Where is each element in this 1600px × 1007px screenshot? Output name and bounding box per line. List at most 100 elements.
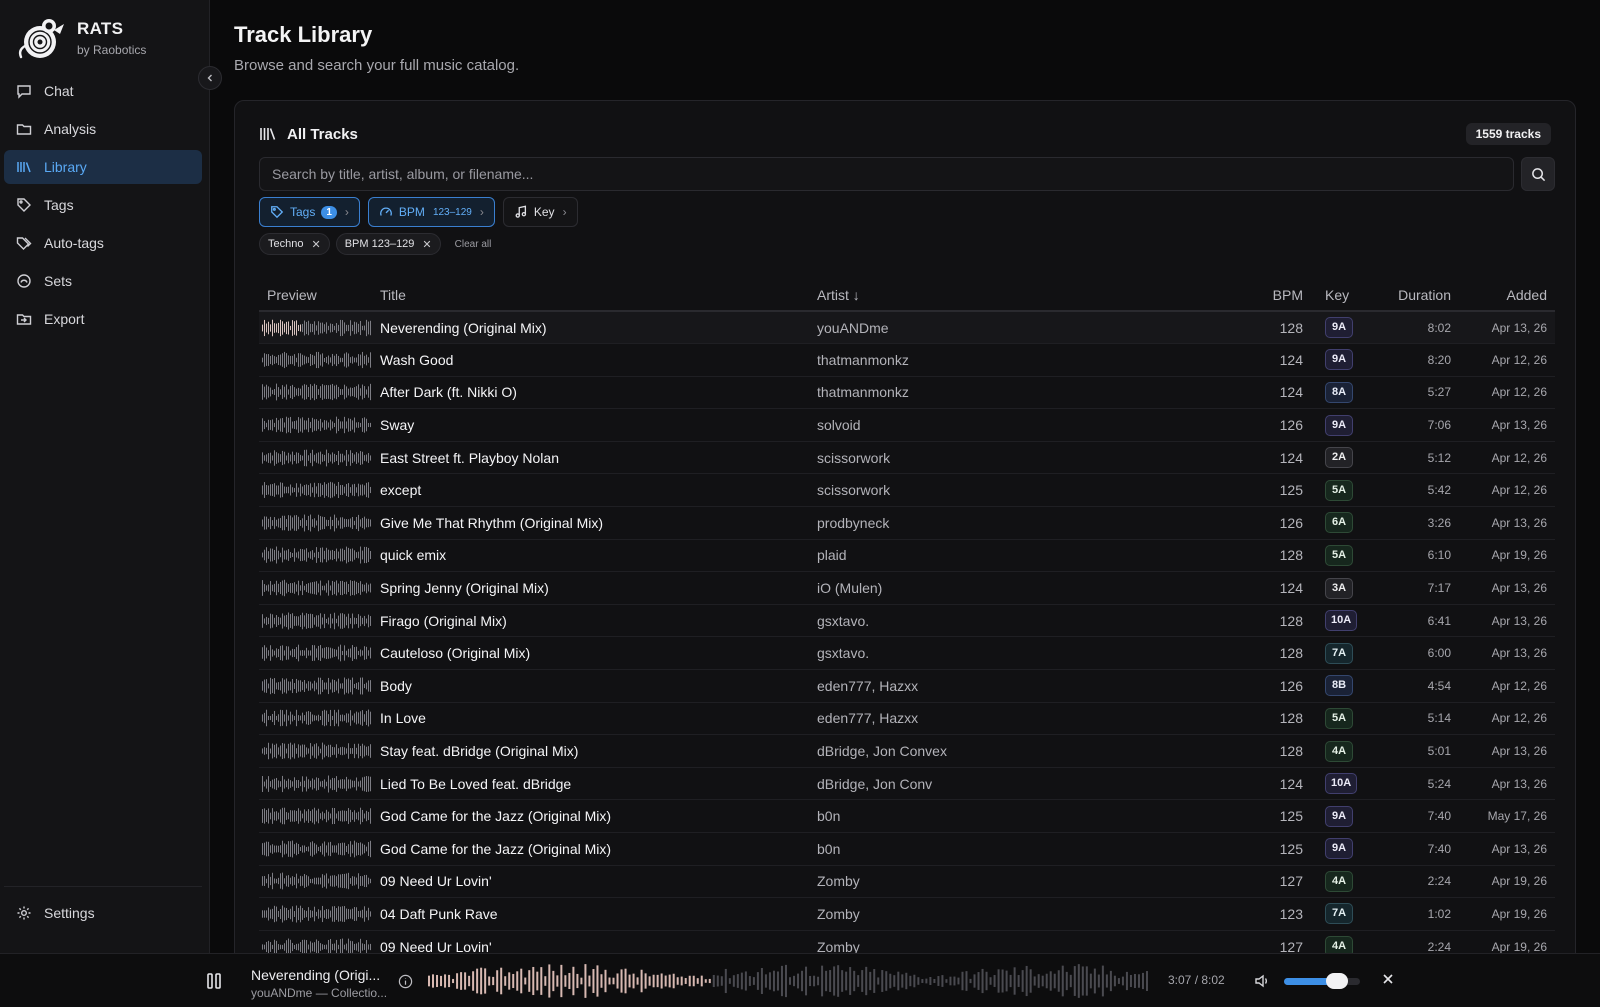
preview-waveform[interactable] [259,669,372,703]
waveform-bar [676,977,679,985]
track-artist: plaid [809,539,1247,573]
volume-slider[interactable] [1284,973,1360,989]
table-row[interactable]: Stay feat. dBridge (Original Mix) dBridge… [259,734,1555,768]
sidebar-item-auto-tags[interactable]: Auto-tags [4,226,202,260]
waveform-bar [937,976,940,986]
table-row[interactable]: Lied To Be Loved feat. dBridge dBridge, J… [259,767,1555,801]
table-row[interactable]: except scissorwork 125 5A 5:42 Apr 12, 26 [259,473,1555,508]
waveform-bar [584,964,587,998]
table-row[interactable]: Sway solvoid 126 9A 7:06 Apr 13, 26 [259,408,1555,442]
sidebar-item-chat[interactable]: Chat [4,74,202,108]
volume-knob[interactable] [1326,973,1349,989]
track-added: May 17, 26 [1459,799,1555,833]
waveform-bar [1085,966,1088,996]
table-row[interactable]: Wash Good thatmanmonkz 124 9A 8:20 Apr 12, 26 [259,343,1555,377]
waveform-bar [917,977,920,985]
sort-desc-icon: ↓ [852,286,860,303]
page-subtitle: Browse and search your full music catalo… [234,57,520,74]
rat-logo-icon [18,19,64,59]
track-duration: 8:20 [1369,343,1459,377]
info-icon[interactable] [398,974,413,989]
table-row[interactable]: Spring Jenny (Original Mix) iO (Mulen) 124… [259,571,1555,605]
preview-waveform[interactable] [259,343,372,377]
table-row[interactable]: Body eden777, Hazxx 126 8B 4:54 Apr 12, 26 [259,669,1555,703]
table-row[interactable]: After Dark (ft. Nikki O) thatmanmonkz 124 8… [259,376,1555,410]
table-row[interactable]: 09 Need Ur Lovin' Zomby 127 4A 2:24 Apr 19, 2… [259,865,1555,899]
volume-icon[interactable] [1254,973,1270,989]
col-added[interactable]: Added [1459,279,1555,312]
table-row[interactable]: Neverending (Original Mix) youANDme 128 9A 8… [259,311,1555,345]
tags-filter-button[interactable]: Tags 1 › [259,197,360,227]
player-waveform[interactable] [428,960,1150,1002]
waveform-bar [672,973,675,989]
waveform-bar [668,974,671,988]
sidebar-item-settings[interactable]: Settings [4,896,202,930]
table-row[interactable]: Cauteloso (Original Mix) gsxtavo. 128 7A 6:0… [259,636,1555,671]
preview-waveform[interactable] [259,702,372,736]
waveform-bar [837,965,840,997]
preview-waveform[interactable] [259,897,372,931]
waveform-bar [1117,978,1120,984]
sidebar-item-export[interactable]: Export [4,302,202,336]
track-artist: b0n [809,799,1247,833]
track-title: except [372,473,809,508]
preview-waveform[interactable] [259,604,372,638]
remove-chip-icon[interactable]: ✕ [311,238,320,251]
export-icon [16,311,32,327]
table-row[interactable]: God Came for the Jazz (Original Mix) b0n 1… [259,799,1555,833]
col-bpm[interactable]: BPM [1247,279,1317,312]
preview-waveform[interactable] [259,539,372,573]
table-row[interactable]: Firago (Original Mix) gsxtavo. 128 10A 6:41 A… [259,604,1555,638]
table-row[interactable]: East Street ft. Playboy Nolan scissorwork… [259,441,1555,475]
clear-all-link[interactable]: Clear all [455,239,492,250]
waveform-bar [801,970,804,992]
search-input[interactable] [259,157,1514,191]
preview-waveform[interactable] [259,506,372,540]
waveform-thumbnail [262,579,371,597]
preview-waveform[interactable] [259,767,372,801]
preview-waveform[interactable] [259,636,372,671]
collapse-sidebar-button[interactable] [198,66,222,90]
track-artist: solvoid [809,408,1247,442]
pause-icon[interactable] [206,972,222,990]
table-row[interactable]: Give Me That Rhythm (Original Mix) prodby… [259,506,1555,540]
sidebar-nav: Chat Analysis Library Tags Auto-tags Set… [4,74,202,340]
table-row[interactable]: 04 Daft Punk Rave Zomby 123 7A 1:02 Apr 19, 2… [259,897,1555,931]
chat-icon [16,83,32,99]
waveform-bar [1137,974,1140,988]
col-duration[interactable]: Duration [1369,279,1459,312]
preview-waveform[interactable] [259,311,372,345]
waveform-bar [997,969,1000,993]
remove-chip-icon[interactable]: ✕ [422,238,431,251]
preview-waveform[interactable] [259,473,372,508]
preview-waveform[interactable] [259,571,372,605]
preview-waveform[interactable] [259,865,372,899]
col-title[interactable]: Title [372,279,809,312]
filter-chip-tag[interactable]: Techno ✕ [259,233,330,255]
sidebar-item-library[interactable]: Library [4,150,202,184]
brand[interactable]: RATS by Raobotics [16,16,146,60]
sidebar-item-sets[interactable]: Sets [4,264,202,298]
bpm-filter-button[interactable]: BPM 123–129 › [367,197,495,227]
track-key: 8B [1317,669,1369,703]
col-artist[interactable]: Artist ↓ [809,279,1247,312]
waveform-bar [1061,965,1064,997]
table-row[interactable]: quick emix plaid 128 5A 6:10 Apr 19, 26 [259,539,1555,573]
search-button[interactable] [1521,157,1555,191]
key-filter-button[interactable]: Key › [502,197,578,227]
sidebar-item-tags[interactable]: Tags [4,188,202,222]
close-icon[interactable] [1381,972,1395,986]
preview-waveform[interactable] [259,799,372,833]
preview-waveform[interactable] [259,441,372,475]
table-row[interactable]: God Came for the Jazz (Original Mix) b0n 1… [259,832,1555,866]
preview-waveform[interactable] [259,832,372,866]
player-bar: Neverending (Origi... youANDme — Collect… [0,953,1600,1007]
preview-waveform[interactable] [259,408,372,442]
filter-chip-bpm[interactable]: BPM 123–129 ✕ [335,233,441,255]
sidebar-item-analysis[interactable]: Analysis [4,112,202,146]
col-key[interactable]: Key [1317,279,1369,312]
waveform-bar [901,974,904,988]
preview-waveform[interactable] [259,376,372,410]
preview-waveform[interactable] [259,734,372,768]
table-row[interactable]: In Love eden777, Hazxx 128 5A 5:14 Apr 12, 26 [259,702,1555,736]
